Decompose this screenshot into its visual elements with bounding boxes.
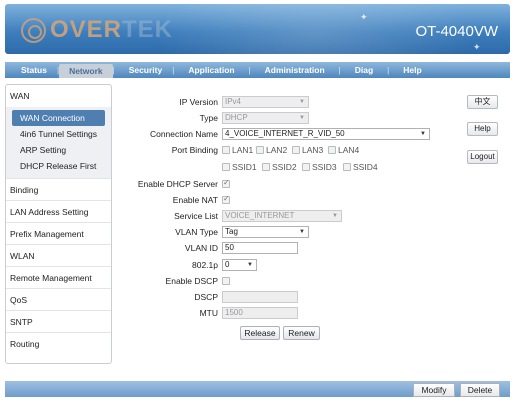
- vlan-id-input[interactable]: 50: [222, 242, 298, 254]
- nav-help[interactable]: Help: [389, 62, 435, 78]
- sparkle-icon: ✦: [473, 42, 481, 52]
- lan2-checkbox[interactable]: [256, 146, 264, 154]
- enable-nat-label: Enable NAT: [172, 195, 218, 205]
- mtu-input[interactable]: 1500: [222, 307, 298, 319]
- ssid3-label: SSID3: [312, 162, 337, 172]
- vlan-type-label: VLAN Type: [175, 227, 218, 237]
- dot1p-select[interactable]: 0: [222, 259, 257, 271]
- delete-button[interactable]: Delete: [460, 383, 500, 397]
- lan1-checkbox[interactable]: [222, 146, 230, 154]
- nav-application[interactable]: Application: [174, 62, 248, 78]
- connection-name-label: Connection Name: [149, 129, 218, 139]
- lan4-label: LAN4: [338, 145, 360, 155]
- ip-version-select[interactable]: IPv4: [222, 96, 309, 108]
- service-list-select[interactable]: VOICE_INTERNET: [222, 210, 342, 222]
- nav-security[interactable]: Security: [115, 62, 173, 78]
- vlan-id-label: VLAN ID: [184, 243, 218, 253]
- connection-name-select[interactable]: 4_VOICE_INTERNET_R_VID_50: [222, 128, 430, 140]
- language-button[interactable]: 中文: [467, 95, 498, 109]
- lan1-label: LAN1: [232, 145, 254, 155]
- lan2-label: LAN2: [266, 145, 288, 155]
- lan3-label: LAN3: [302, 145, 324, 155]
- modify-button[interactable]: Modify: [413, 383, 455, 397]
- nav-status[interactable]: Status: [11, 62, 57, 78]
- main-nav: Status | Network | Security | Applicatio…: [5, 62, 510, 78]
- lan3-checkbox[interactable]: [292, 146, 300, 154]
- sparkle-icon: ✦: [360, 12, 368, 22]
- logo-text: OVERTEK: [50, 16, 174, 43]
- side-menu: WAN WAN Connection 4in6 Tunnel Settings …: [5, 84, 112, 364]
- header-banner: ✦ ✦ OVERTEK OT-4040VW: [5, 4, 510, 54]
- device-model: OT-4040VW: [415, 23, 498, 40]
- ssid2-checkbox[interactable]: [262, 163, 270, 171]
- enable-nat-checkbox[interactable]: [222, 194, 230, 204]
- brand-logo: OVERTEK: [21, 16, 173, 44]
- nav-administration[interactable]: Administration: [251, 62, 339, 78]
- enable-dhcp-server-checkbox[interactable]: [222, 178, 230, 188]
- logout-button[interactable]: Logout: [467, 150, 498, 164]
- nav-network[interactable]: Network: [59, 64, 113, 78]
- enable-dscp-label: Enable DSCP: [165, 276, 218, 286]
- vlan-type-select[interactable]: Tag: [222, 226, 309, 238]
- type-label: Type: [199, 113, 218, 123]
- ip-version-label: IP Version: [179, 97, 218, 107]
- type-select[interactable]: DHCP: [222, 112, 309, 124]
- dscp-label: DSCP: [194, 292, 218, 302]
- help-button[interactable]: Help: [467, 122, 498, 136]
- service-list-label: Service List: [174, 211, 218, 221]
- ssid1-checkbox[interactable]: [222, 163, 230, 171]
- ssid4-label: SSID4: [353, 162, 378, 172]
- sidebar-item-dhcp-release-first[interactable]: DHCP Release First: [6, 158, 111, 174]
- nav-diag[interactable]: Diag: [341, 62, 387, 78]
- ssid1-label: SSID1: [232, 162, 257, 172]
- ssid4-checkbox[interactable]: [343, 163, 351, 171]
- enable-dhcp-server-label: Enable DHCP Server: [137, 179, 218, 189]
- port-binding-label: Port Binding: [171, 145, 218, 155]
- lan4-checkbox[interactable]: [328, 146, 336, 154]
- logo-icon: [21, 17, 46, 43]
- dot1p-label: 802.1p: [192, 260, 218, 270]
- sidebar-item-routing[interactable]: Routing: [6, 333, 111, 355]
- renew-button[interactable]: Renew: [283, 326, 320, 340]
- dscp-input[interactable]: [222, 291, 298, 303]
- ssid3-checkbox[interactable]: [302, 163, 310, 171]
- ssid2-label: SSID2: [272, 162, 297, 172]
- mtu-label: MTU: [199, 308, 218, 318]
- release-button[interactable]: Release: [240, 326, 280, 340]
- enable-dscp-checkbox[interactable]: [222, 277, 230, 285]
